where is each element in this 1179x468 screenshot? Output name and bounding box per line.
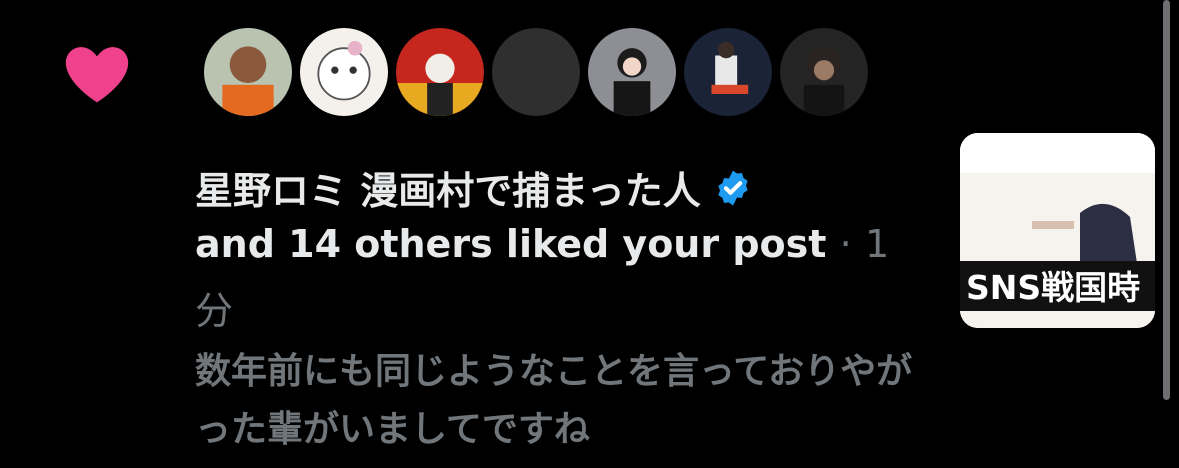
thumbnail-caption: SNS戦国時 — [966, 268, 1140, 307]
verified-badge-icon — [718, 170, 748, 205]
user-name[interactable]: 星野ロミ 漫画村で捕まった人 — [195, 160, 701, 215]
thumbnail-image: SNS戦国時 — [960, 133, 1155, 328]
avatar[interactable] — [680, 24, 776, 120]
timestamp-part1: 1 — [864, 222, 890, 266]
avatar[interactable] — [776, 24, 872, 120]
post-thumbnail[interactable]: SNS戦国時 — [960, 133, 1155, 328]
post-excerpt[interactable]: 数年前にも同じようなことを言っておりやがった輩がいましてですね — [195, 343, 925, 459]
scrollbar[interactable] — [1163, 0, 1170, 400]
liked-text-line: and 14 others liked your post · 1 — [195, 222, 889, 266]
separator-dot: · — [839, 222, 852, 266]
avatar[interactable] — [296, 24, 392, 120]
user-name-line[interactable]: 星野ロミ 漫画村で捕まった人 — [195, 160, 753, 215]
avatar[interactable] — [200, 24, 296, 120]
timestamp-part2: 分 — [195, 289, 234, 333]
avatar[interactable] — [584, 24, 680, 120]
liked-action-text: and 14 others liked your post — [195, 222, 827, 266]
avatar[interactable] — [488, 24, 584, 120]
avatar[interactable] — [392, 24, 488, 120]
heart-icon — [65, 47, 129, 103]
